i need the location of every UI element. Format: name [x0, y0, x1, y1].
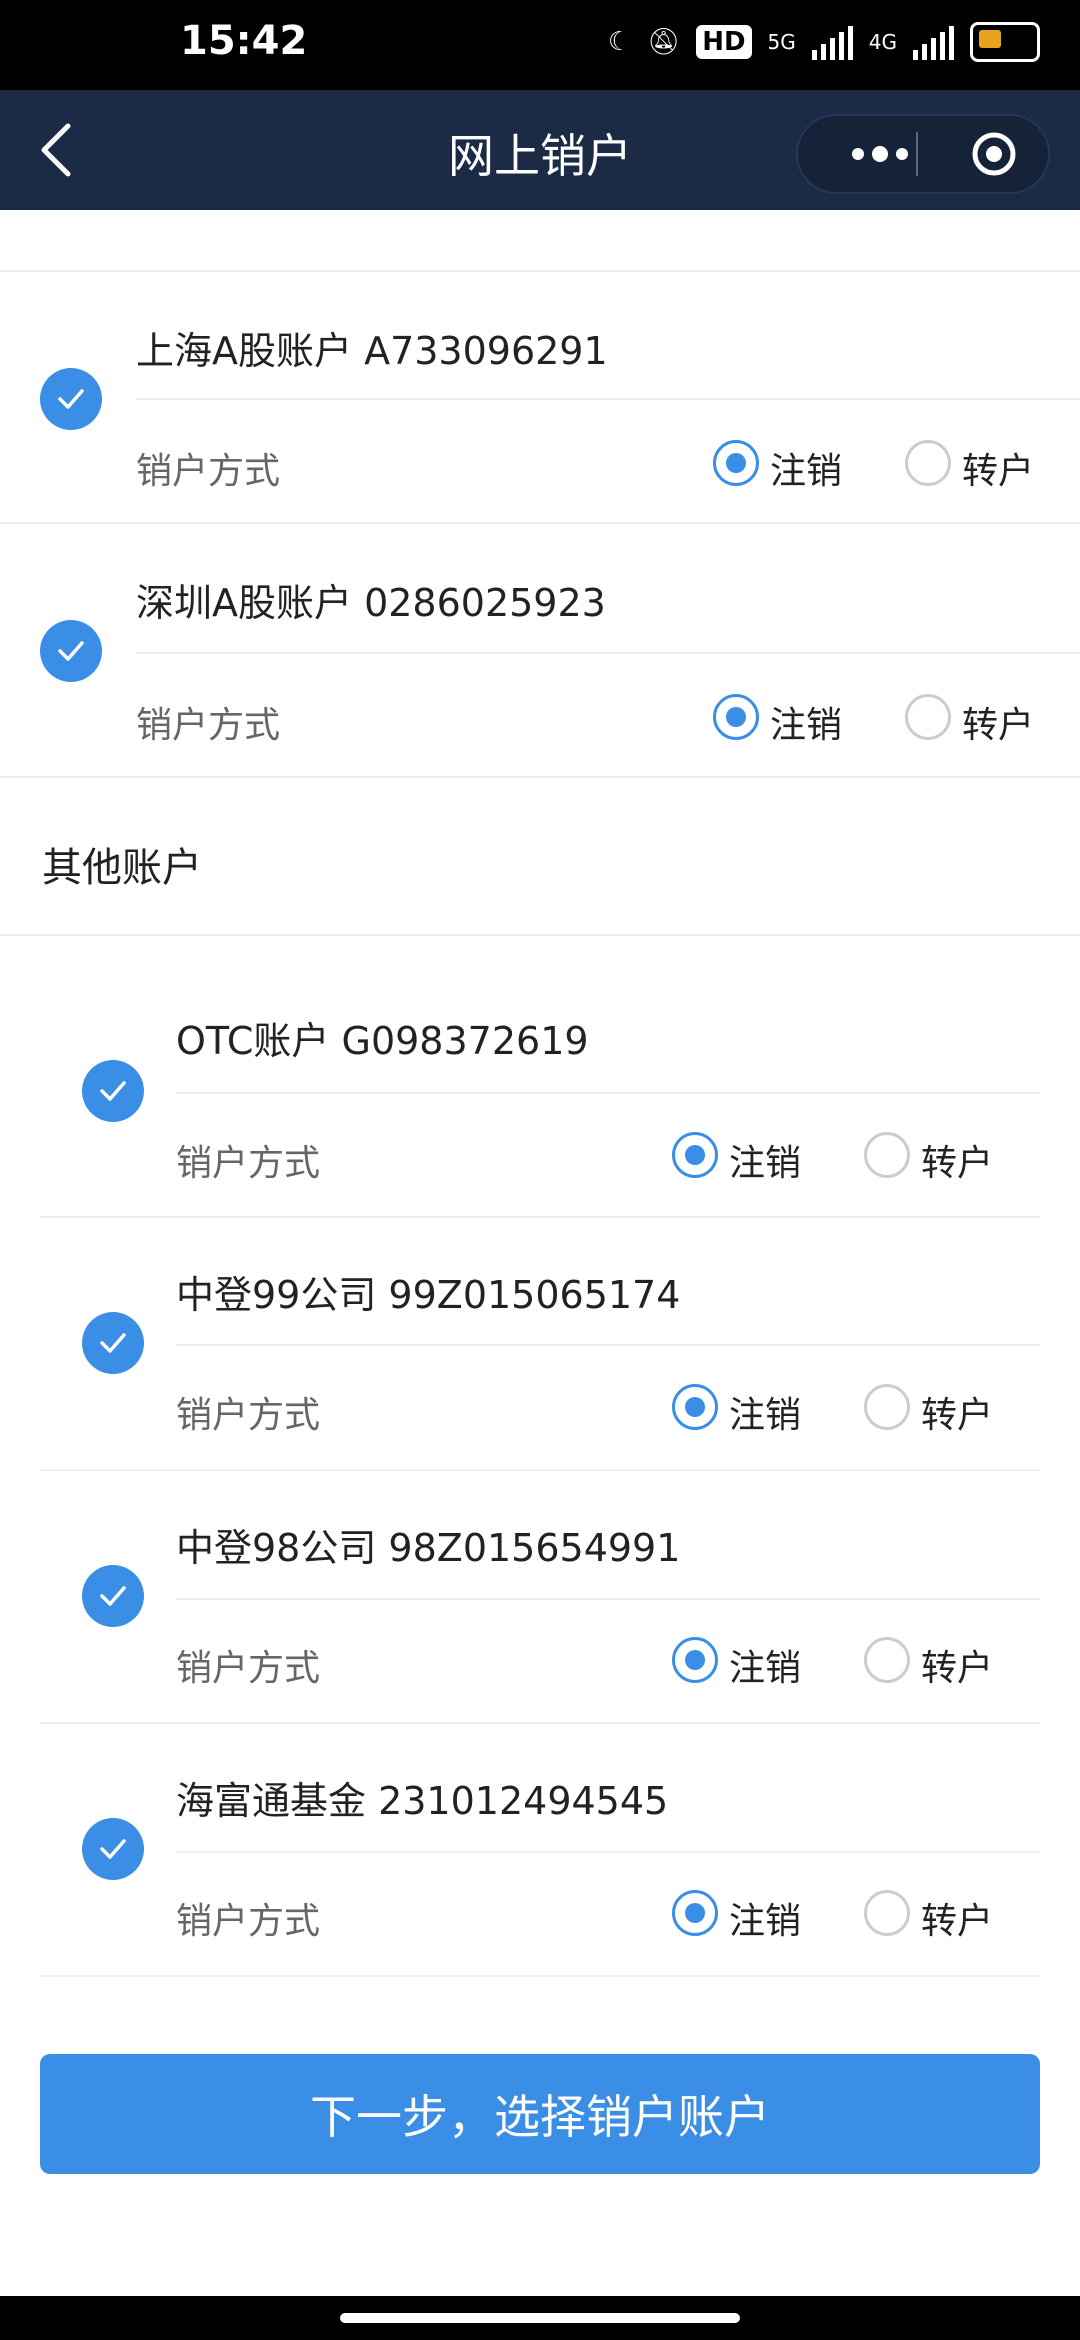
net-5g-label: 5G — [767, 30, 796, 54]
target-circle-icon[interactable] — [970, 130, 1018, 178]
status-icons: ☾ 🔕︎ HD 5G 4G — [608, 22, 1040, 62]
radio-transfer[interactable] — [864, 1132, 910, 1178]
item-inner-divider — [176, 1344, 1040, 1346]
home-indicator[interactable] — [340, 2313, 740, 2323]
mode-label: 销户方式 — [176, 1648, 321, 1689]
account-name: 中登99公司 99Z015065174 — [176, 1273, 681, 1317]
account-name: 深圳A股账户 0286025923 — [136, 581, 606, 625]
nav-bar: 网上销户 — [0, 90, 1080, 210]
account-item-fund[interactable]: 海富通基金 231012494545 销户方式 注销 转户 — [0, 1724, 1080, 1974]
account-name: OTC账户 G098372619 — [176, 1019, 589, 1063]
radio-transfer[interactable] — [905, 440, 951, 486]
radio-cancel[interactable] — [713, 694, 759, 740]
radio-cancel[interactable] — [672, 1890, 718, 1936]
account-name: 中登98公司 98Z015654991 — [176, 1526, 681, 1570]
radio-cancel-label[interactable]: 注销 — [729, 1892, 801, 1944]
status-bar: 15:42 ☾ 🔕︎ HD 5G 4G — [0, 0, 1080, 90]
signal-icon — [811, 24, 853, 60]
radio-cancel-label[interactable]: 注销 — [729, 1386, 801, 1438]
radio-transfer[interactable] — [864, 1890, 910, 1936]
radio-cancel-label[interactable]: 注销 — [770, 696, 842, 748]
check-circle-icon[interactable] — [82, 1565, 144, 1627]
radio-transfer[interactable] — [864, 1384, 910, 1430]
account-item-sh[interactable]: 上海A股账户 A733096291 销户方式 注销 转户 — [0, 272, 1080, 522]
check-circle-icon[interactable] — [82, 1312, 144, 1374]
more-dots-icon[interactable] — [828, 134, 928, 174]
section-title-other: 其他账户 — [42, 845, 202, 891]
radio-transfer-label[interactable]: 转户 — [921, 1639, 993, 1691]
mode-label: 销户方式 — [176, 1395, 321, 1436]
radio-cancel-label[interactable]: 注销 — [729, 1134, 801, 1186]
radio-transfer[interactable] — [864, 1637, 910, 1683]
next-step-button[interactable]: 下一步，选择销户账户 — [40, 2054, 1040, 2174]
mode-label: 销户方式 — [176, 1901, 321, 1942]
status-time: 15:42 — [180, 18, 308, 64]
radio-cancel[interactable] — [713, 440, 759, 486]
radio-transfer[interactable] — [905, 694, 951, 740]
net-4g-label: 4G — [868, 30, 897, 54]
item-inner-divider — [176, 1851, 1040, 1853]
account-item-sz[interactable]: 深圳A股账户 0286025923 销户方式 注销 转户 — [0, 524, 1080, 774]
mute-bell-icon: 🔕︎ — [647, 27, 681, 57]
item-inner-divider — [136, 398, 1080, 400]
account-item-zd98[interactable]: 中登98公司 98Z015654991 销户方式 注销 转户 — [0, 1471, 1080, 1721]
account-name: 上海A股账户 A733096291 — [136, 329, 608, 373]
item-separator — [40, 1975, 1040, 1977]
item-inner-divider — [136, 652, 1080, 654]
mini-program-capsule — [796, 114, 1050, 194]
capsule-divider — [916, 132, 918, 176]
hd-badge: HD — [696, 25, 752, 59]
item-inner-divider — [176, 1598, 1040, 1600]
mode-label: 销户方式 — [136, 705, 281, 746]
radio-transfer-label[interactable]: 转户 — [921, 1892, 993, 1944]
radio-cancel-label[interactable]: 注销 — [729, 1639, 801, 1691]
mode-label: 销户方式 — [136, 451, 281, 492]
account-item-zd99[interactable]: 中登99公司 99Z015065174 销户方式 注销 转户 — [0, 1218, 1080, 1468]
check-circle-icon[interactable] — [40, 620, 102, 682]
account-item-otc[interactable]: OTC账户 G098372619 销户方式 注销 转户 — [0, 964, 1080, 1214]
moon-icon: ☾ — [607, 27, 632, 57]
radio-transfer-label[interactable]: 转户 — [921, 1386, 993, 1438]
radio-cancel[interactable] — [672, 1384, 718, 1430]
radio-transfer-label[interactable]: 转户 — [962, 696, 1034, 748]
battery-icon — [970, 22, 1040, 62]
radio-transfer-label[interactable]: 转户 — [962, 442, 1034, 494]
mode-label: 销户方式 — [176, 1143, 321, 1184]
section-divider — [0, 934, 1080, 936]
check-circle-icon[interactable] — [40, 368, 102, 430]
radio-transfer-label[interactable]: 转户 — [921, 1134, 993, 1186]
account-name: 海富通基金 231012494545 — [176, 1779, 669, 1823]
check-circle-icon[interactable] — [82, 1060, 144, 1122]
item-inner-divider — [176, 1092, 1040, 1094]
check-circle-icon[interactable] — [82, 1818, 144, 1880]
radio-cancel[interactable] — [672, 1132, 718, 1178]
signal-icon-2 — [913, 24, 954, 60]
radio-cancel-label[interactable]: 注销 — [770, 442, 842, 494]
item-separator — [0, 776, 1080, 778]
radio-cancel[interactable] — [672, 1637, 718, 1683]
